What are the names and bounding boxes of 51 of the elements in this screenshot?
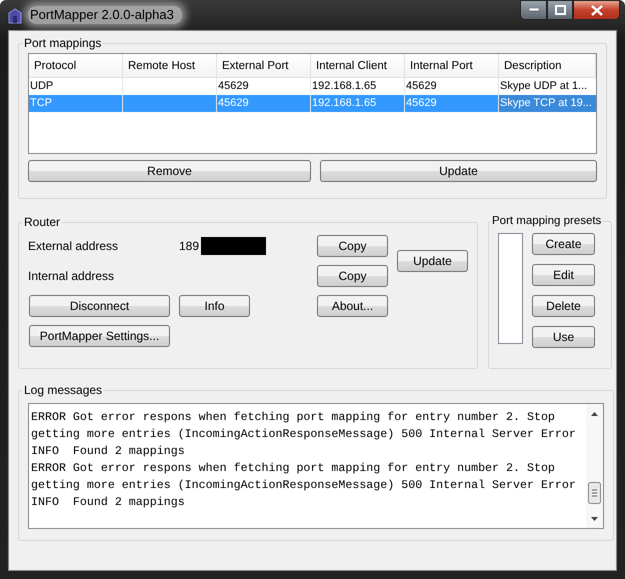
- column-header[interactable]: Protocol: [29, 54, 123, 77]
- column-header[interactable]: External Port: [217, 54, 311, 77]
- copy-button[interactable]: Copy: [317, 265, 388, 287]
- settings-button[interactable]: PortMapper Settings...: [29, 325, 170, 347]
- close-button[interactable]: [573, 0, 620, 20]
- update-button[interactable]: Update: [397, 250, 468, 272]
- disconnect-button[interactable]: Disconnect: [29, 295, 170, 317]
- scrollbar[interactable]: [586, 404, 603, 528]
- remove-button[interactable]: Remove: [28, 160, 311, 182]
- column-header[interactable]: Remote Host: [123, 54, 217, 77]
- redaction-block: [201, 236, 266, 254]
- preset-button[interactable]: Delete: [532, 295, 595, 317]
- table-cell: TCP: [29, 95, 123, 112]
- column-header[interactable]: Internal Port: [405, 54, 499, 77]
- minimize-icon: [528, 8, 538, 12]
- log-entry: INFO Found 2 mappings: [31, 495, 186, 511]
- maximize-button[interactable]: [547, 0, 573, 20]
- mappings-table[interactable]: Protocol Remote Host External Port Internal Client Internal Port Description UDP 45629 192.168.1.65 45629 Skype UDP at 1... TCP 45629 192.168.1.65 45629 Skype TCP at 19...: [28, 53, 597, 154]
- table-row[interactable]: TCP 45629 192.168.1.65 45629 Skype TCP at 19...: [29, 95, 596, 112]
- group-title: Log messages: [23, 383, 104, 397]
- update-button[interactable]: Update: [320, 160, 597, 182]
- table-cell-text: Skype UDP at 1...: [499, 79, 588, 94]
- scroll-up-icon[interactable]: [590, 411, 599, 417]
- group-title: Router: [23, 215, 62, 229]
- preset-button[interactable]: Use: [532, 326, 595, 348]
- log-entry: ERROR Got error respons when fetching port mapping for entry number 2. Stop getting more entries (IncomingActionResponseMessage) 500 Internal Server Error: [31, 461, 577, 494]
- address-value: 189: [179, 238, 200, 252]
- log-entry: ERROR Got error respons when fetching port mapping for entry number 2. Stop getting more entries (IncomingActionResponseMessage) 500 Internal Server Error: [31, 410, 577, 443]
- preset-button[interactable]: Edit: [532, 264, 595, 286]
- about-button[interactable]: About...: [317, 295, 388, 317]
- table-cell: Skype TCP at 19...: [499, 95, 596, 112]
- table-cell: 192.168.1.65: [311, 95, 405, 112]
- column-header[interactable]: Description: [499, 54, 596, 77]
- presets-list[interactable]: [498, 233, 523, 344]
- group-title: Port mappings: [23, 36, 102, 50]
- field-label: Internal address: [28, 268, 116, 282]
- maximize-icon: [554, 5, 566, 15]
- window-title: PortMapper 2.0.0-alpha3: [28, 6, 182, 24]
- group-title: Port mapping presets: [491, 215, 602, 227]
- app-icon: [8, 8, 22, 24]
- column-header[interactable]: Internal Client: [311, 54, 405, 77]
- close-icon: [590, 4, 602, 16]
- table-cell: 45629: [217, 95, 311, 112]
- log-entry: INFO Found 2 mappings: [31, 444, 186, 460]
- info-button[interactable]: Info: [179, 295, 250, 317]
- copy-button[interactable]: Copy: [317, 235, 388, 257]
- minimize-button[interactable]: [520, 0, 547, 20]
- field-label: External address: [28, 238, 120, 252]
- scroll-down-icon[interactable]: [590, 516, 599, 522]
- preset-button[interactable]: Create: [532, 233, 595, 255]
- scroll-thumb[interactable]: [588, 482, 601, 504]
